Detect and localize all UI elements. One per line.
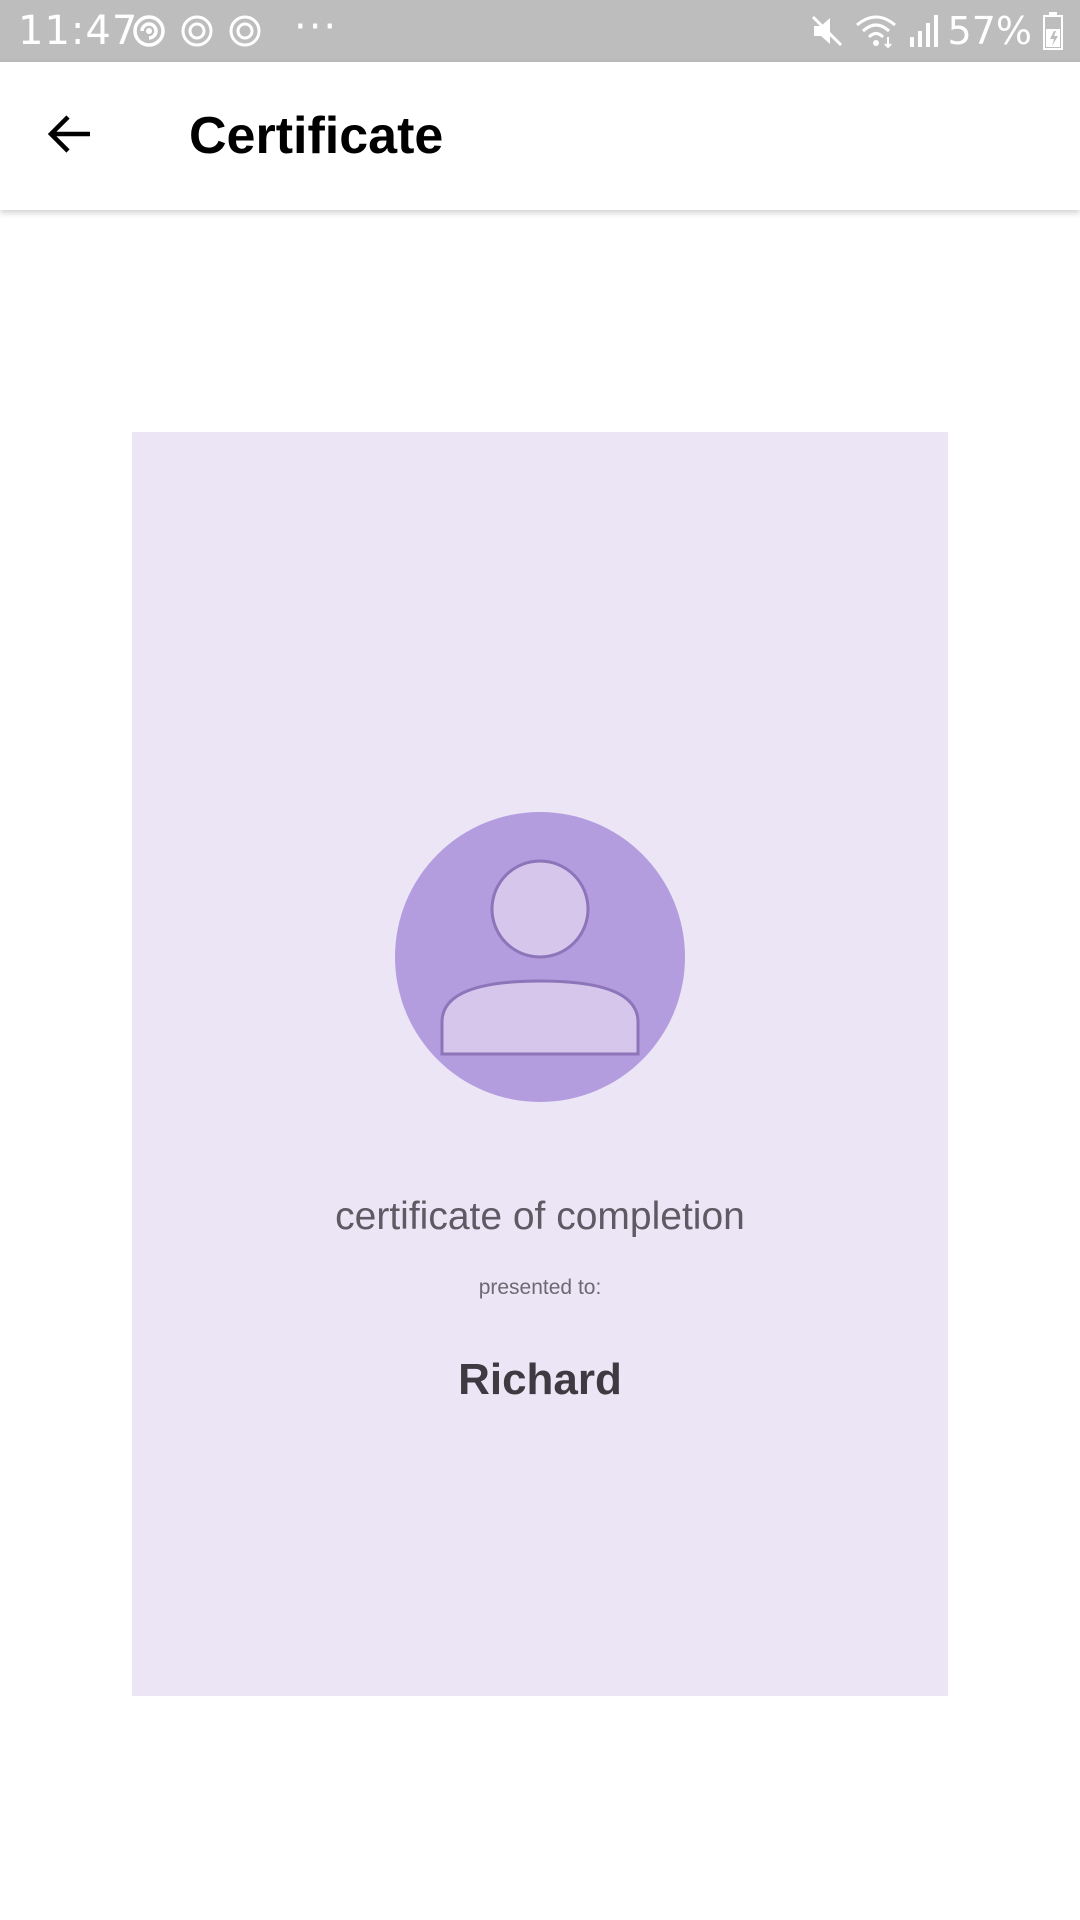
more-notifications-indicator: ··· (294, 4, 339, 50)
recipient-name: Richard (458, 1355, 622, 1404)
status-bar: 11:47 ··· 57% (0, 0, 1080, 62)
presented-to-label: presented to: (478, 1276, 602, 1299)
signal-icon (908, 13, 938, 49)
battery-icon (1042, 11, 1064, 51)
arrow-left-icon (46, 110, 94, 163)
battery-percent: 57% (947, 9, 1032, 53)
person-icon (395, 812, 685, 1102)
app-bar: Certificate (0, 62, 1080, 210)
back-button[interactable] (34, 100, 106, 172)
page-title: Certificate (189, 107, 444, 165)
wifi-icon (854, 13, 898, 49)
sync-icon (132, 14, 166, 48)
avatar (395, 812, 685, 1102)
status-time: 11:47 (18, 8, 139, 54)
mute-icon (810, 13, 844, 49)
status-right-icons: 57% (810, 10, 1064, 52)
certificate-card: certificate of completion presented to: … (132, 432, 948, 1696)
target-icon (180, 14, 214, 48)
target-icon (228, 14, 262, 48)
certificate-heading: certificate of completion (335, 1195, 745, 1238)
notification-icons (132, 12, 262, 50)
